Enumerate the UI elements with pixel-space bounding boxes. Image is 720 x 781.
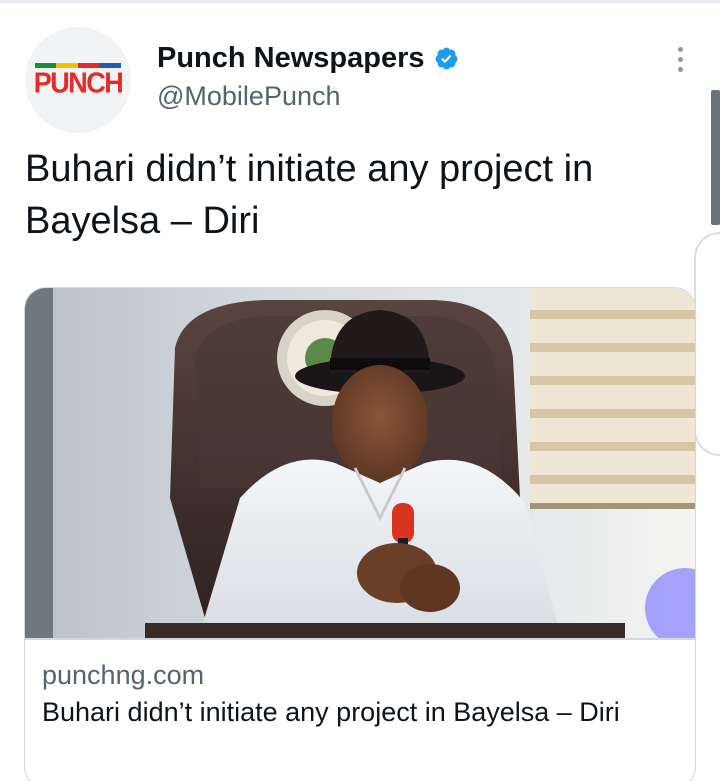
- news-photo: [25, 288, 695, 638]
- tweet-text: Buhari didn’t initiate any project in Ba…: [25, 148, 594, 242]
- account-name[interactable]: Punch Newspapers: [157, 42, 459, 75]
- account-avatar[interactable]: PUNCH: [25, 27, 131, 133]
- scrollbar[interactable]: [711, 90, 720, 225]
- verified-badge-icon: [435, 47, 457, 70]
- account-name-text[interactable]: Punch Newspapers: [157, 42, 425, 75]
- tweet-screen: PUNCH Punch Newspapers @MobilePunch Buha…: [0, 0, 720, 781]
- side-edge-panel[interactable]: [694, 232, 720, 456]
- link-preview-card[interactable]: punchng.com Buhari didn’t initiate any p…: [24, 287, 696, 781]
- dot: [677, 46, 683, 52]
- card-divider: [25, 638, 695, 640]
- account-handle[interactable]: @MobilePunch: [157, 81, 341, 112]
- logo-wordmark: PUNCH: [33, 67, 124, 99]
- dot: [677, 56, 683, 62]
- window-blinds: [530, 288, 695, 509]
- card-domain: punchng.com: [42, 660, 205, 690]
- card-title: Buhari didn’t initiate any project in Ba…: [42, 697, 620, 727]
- dot: [677, 66, 683, 72]
- card-image[interactable]: [25, 288, 695, 638]
- more-options-icon[interactable]: [664, 40, 696, 78]
- top-divider: [0, 0, 720, 3]
- punch-logo: PUNCH: [33, 63, 124, 99]
